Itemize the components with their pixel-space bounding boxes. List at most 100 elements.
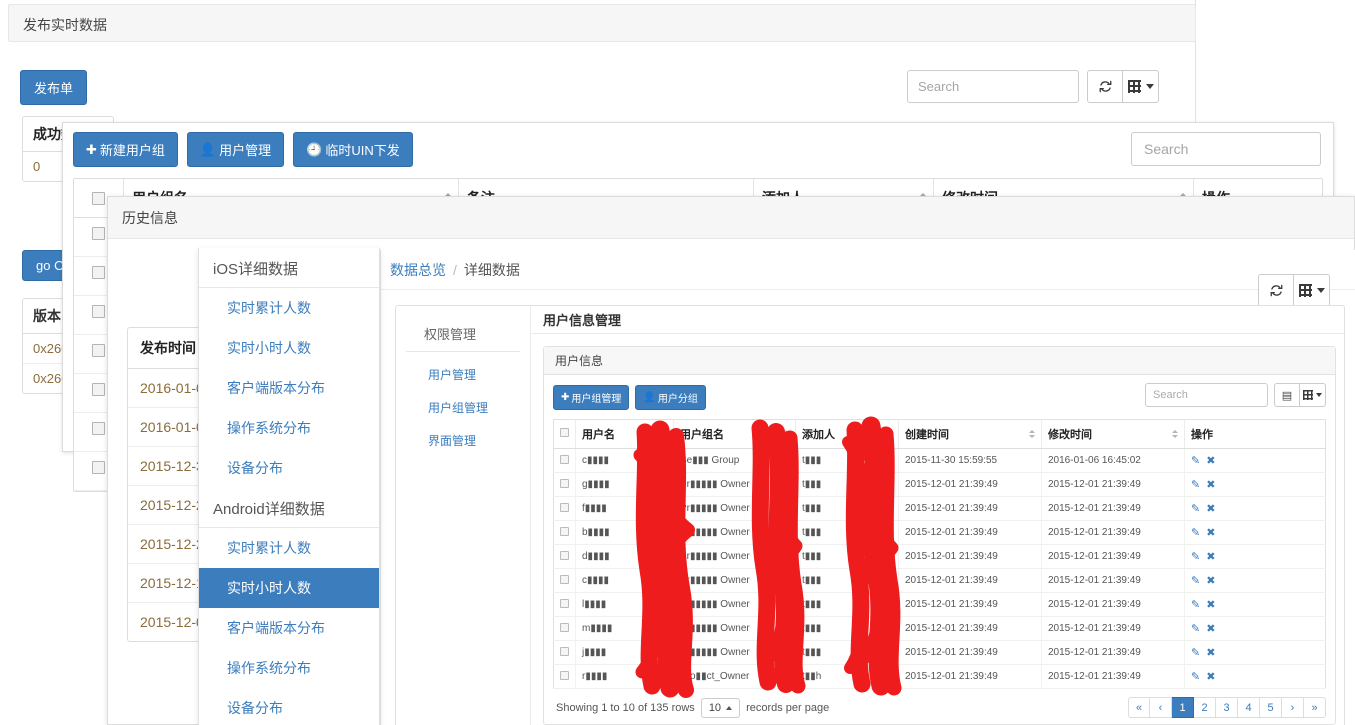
table-row[interactable]: c▮▮▮▮Pr▮▮▮▮▮ Ownert▮▮▮2015-12-01 21:39:4…	[554, 569, 1326, 593]
table-row[interactable]: b▮▮▮▮Pr▮▮▮▮▮ Ownert▮▮▮2015-12-01 21:39:4…	[554, 521, 1326, 545]
breadcrumb-root[interactable]: 数据总览	[390, 260, 446, 280]
table-row[interactable]: l▮▮▮▮Pr▮▮▮▮▮ Ownert▮▮▮2015-12-01 21:39:4…	[554, 593, 1326, 617]
edit-icon[interactable]: ✎	[1191, 551, 1200, 563]
page-size-selector[interactable]: 10	[701, 698, 740, 718]
table-row[interactable]: c▮▮▮▮Se▮▮▮ Groupt▮▮▮2015-11-30 15:59:552…	[554, 449, 1326, 473]
refresh-icon[interactable]	[1258, 274, 1294, 307]
row-checkbox-cell	[554, 497, 576, 521]
sidebar-item-interface-management[interactable]: 界面管理	[396, 424, 530, 457]
list-view-icon[interactable]: ▤	[1274, 383, 1300, 407]
pagination-button-2[interactable]: 2	[1194, 697, 1216, 718]
menu-item-android-os-distribution[interactable]: 操作系统分布	[199, 648, 379, 688]
usergroup-search-input[interactable]	[1131, 132, 1321, 166]
column-adder[interactable]: 添加人	[796, 420, 899, 449]
grid-columns-icon[interactable]	[1123, 70, 1159, 103]
column-modified-time[interactable]: 修改时间	[1042, 420, 1185, 449]
menu-item-ios-os-distribution[interactable]: 操作系统分布	[199, 408, 379, 448]
row-checkbox-cell	[554, 665, 576, 689]
menu-item-android-realtime-hourly[interactable]: 实时小时人数	[199, 568, 379, 608]
table-row[interactable]: g▮▮▮▮Pr▮▮▮▮▮ Ownert▮▮▮2015-12-01 21:39:4…	[554, 473, 1326, 497]
column-username[interactable]: 用户名	[576, 420, 674, 449]
cell-modified-time: 2015-12-01 21:39:49	[1042, 497, 1185, 521]
refresh-icon[interactable]	[1087, 70, 1123, 103]
row-checkbox[interactable]	[560, 575, 569, 584]
row-checkbox[interactable]	[560, 479, 569, 488]
delete-icon[interactable]: ✖	[1206, 551, 1215, 563]
grid-columns-icon[interactable]	[1294, 274, 1330, 307]
edit-icon[interactable]: ✎	[1191, 671, 1200, 683]
row-checkbox[interactable]	[92, 227, 105, 240]
column-usergroup[interactable]: 用户组名	[674, 420, 796, 449]
row-checkbox[interactable]	[92, 383, 105, 396]
publish-order-button[interactable]: 发布单	[20, 70, 87, 105]
menu-item-android-device-distribution[interactable]: 设备分布	[199, 688, 379, 725]
table-row[interactable]: m▮▮▮▮Pr▮▮▮▮▮ Ownert▮▮▮2015-12-01 21:39:4…	[554, 617, 1326, 641]
delete-icon[interactable]: ✖	[1206, 671, 1215, 683]
menu-item-android-client-version[interactable]: 客户端版本分布	[199, 608, 379, 648]
sidebar-item-user-management[interactable]: 用户管理	[396, 358, 530, 391]
pagination-button-4[interactable]: 4	[1238, 697, 1260, 718]
cell-actions: ✎✖	[1185, 497, 1326, 521]
row-checkbox[interactable]	[92, 461, 105, 474]
delete-icon[interactable]: ✖	[1206, 479, 1215, 491]
row-checkbox[interactable]	[560, 671, 569, 680]
delete-icon[interactable]: ✖	[1206, 527, 1215, 539]
row-checkbox[interactable]	[560, 599, 569, 608]
delete-icon[interactable]: ✖	[1206, 647, 1215, 659]
table-row[interactable]: r▮▮▮▮Pro▮▮ct_Ownert▮▮h2015-12-01 21:39:4…	[554, 665, 1326, 689]
row-checkbox[interactable]	[92, 305, 105, 318]
pagination-button-5[interactable]: 5	[1260, 697, 1282, 718]
pagination-button-3[interactable]: 3	[1216, 697, 1238, 718]
row-checkbox[interactable]	[560, 455, 569, 464]
edit-icon[interactable]: ✎	[1191, 575, 1200, 587]
column-created-time[interactable]: 创建时间	[899, 420, 1042, 449]
row-checkbox[interactable]	[560, 623, 569, 632]
edit-icon[interactable]: ✎	[1191, 479, 1200, 491]
pagination-button-1[interactable]: 1	[1172, 697, 1194, 718]
row-checkbox[interactable]	[560, 551, 569, 560]
select-all-checkbox[interactable]	[92, 192, 105, 205]
user-management-button[interactable]: 👤 用户管理	[187, 132, 284, 167]
sidebar-item-usergroup-management[interactable]: 用户组管理	[396, 391, 530, 424]
menu-item-ios-realtime-cumulative[interactable]: 实时累计人数	[199, 288, 379, 328]
edit-icon[interactable]: ✎	[1191, 455, 1200, 467]
delete-icon[interactable]: ✖	[1206, 503, 1215, 515]
menu-item-ios-realtime-hourly[interactable]: 实时小时人数	[199, 328, 379, 368]
pagination-button-«[interactable]: «	[1128, 697, 1150, 718]
delete-icon[interactable]: ✖	[1206, 623, 1215, 635]
row-checkbox[interactable]	[92, 266, 105, 279]
cell-adder: t▮▮▮	[796, 497, 899, 521]
pagination-button-›[interactable]: ›	[1282, 697, 1304, 718]
user-search-input[interactable]	[1145, 383, 1268, 407]
row-checkbox[interactable]	[92, 344, 105, 357]
usergroup-management-button[interactable]: ✚ 用户组管理	[553, 385, 629, 410]
edit-icon[interactable]: ✎	[1191, 623, 1200, 635]
pagination-button-»[interactable]: »	[1304, 697, 1326, 718]
new-usergroup-button[interactable]: ✚ 新建用户组	[73, 132, 178, 167]
row-checkbox[interactable]	[560, 503, 569, 512]
row-checkbox-cell	[554, 545, 576, 569]
table-row[interactable]: f▮▮▮▮Pr▮▮▮▮▮ Ownert▮▮▮2015-12-01 21:39:4…	[554, 497, 1326, 521]
row-checkbox[interactable]	[560, 527, 569, 536]
temp-uin-button[interactable]: 🕘 临时UIN下发	[293, 132, 413, 167]
menu-item-ios-device-distribution[interactable]: 设备分布	[199, 448, 379, 488]
row-checkbox[interactable]	[92, 422, 105, 435]
menu-item-android-realtime-cumulative[interactable]: 实时累计人数	[199, 528, 379, 568]
pagination-button-‹[interactable]: ‹	[1150, 697, 1172, 718]
table-row[interactable]: d▮▮▮▮Pr▮▮▮▮▮ Ownert▮▮▮2015-12-01 21:39:4…	[554, 545, 1326, 569]
table-row[interactable]: j▮▮▮▮Pr▮▮▮▮▮ Ownert▮▮▮2015-12-01 21:39:4…	[554, 641, 1326, 665]
search-input[interactable]	[907, 70, 1079, 103]
select-all-checkbox[interactable]	[560, 428, 569, 437]
delete-icon[interactable]: ✖	[1206, 455, 1215, 467]
menu-item-ios-client-version[interactable]: 客户端版本分布	[199, 368, 379, 408]
row-checkbox[interactable]	[560, 647, 569, 656]
row-checkbox-cell	[554, 521, 576, 545]
user-grouping-button[interactable]: 👤 用户分组	[635, 385, 705, 410]
delete-icon[interactable]: ✖	[1206, 575, 1215, 587]
edit-icon[interactable]: ✎	[1191, 503, 1200, 515]
grid-columns-icon[interactable]	[1300, 383, 1326, 407]
edit-icon[interactable]: ✎	[1191, 527, 1200, 539]
edit-icon[interactable]: ✎	[1191, 599, 1200, 611]
delete-icon[interactable]: ✖	[1206, 599, 1215, 611]
edit-icon[interactable]: ✎	[1191, 647, 1200, 659]
